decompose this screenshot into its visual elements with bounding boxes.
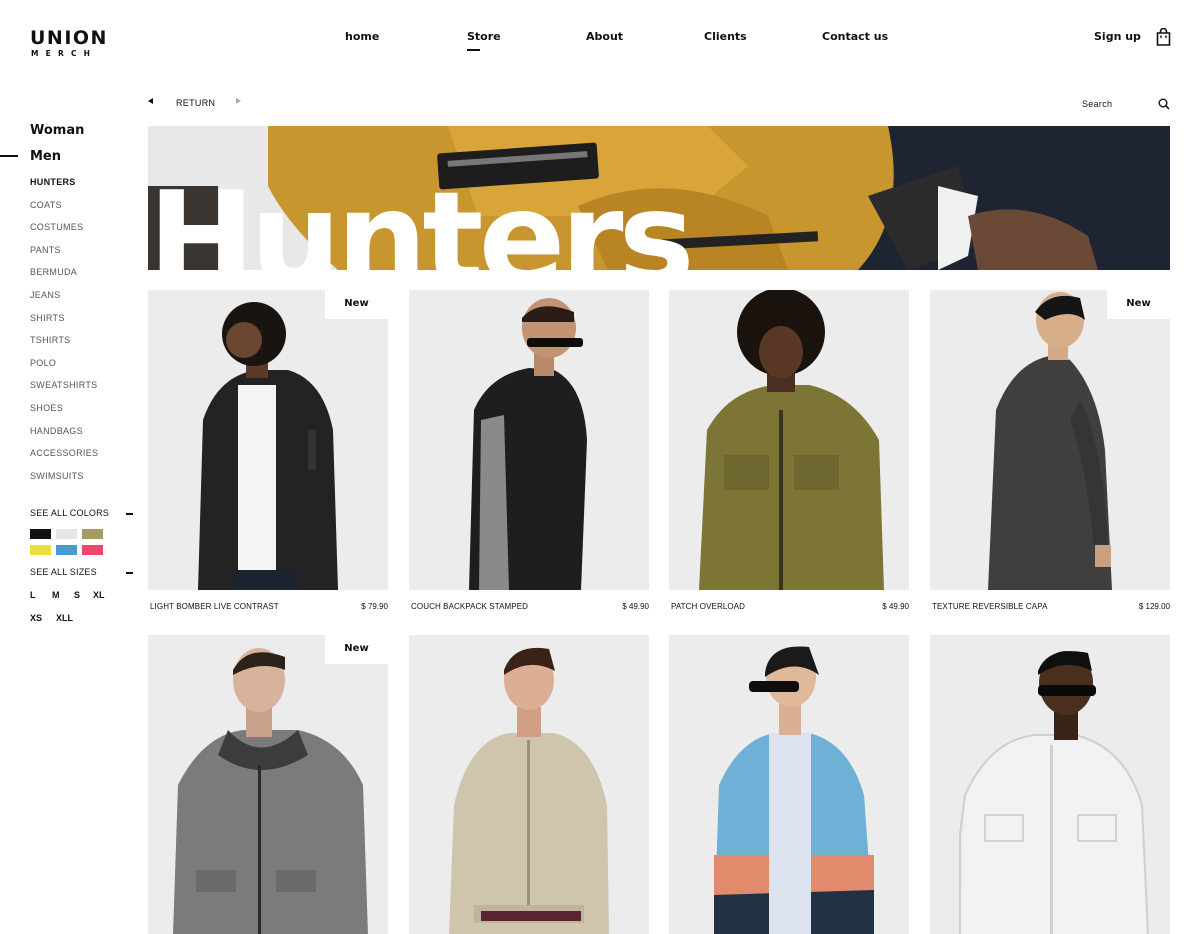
category-hero-banner: Hunters [148,126,1170,270]
collapse-icon[interactable] [126,513,133,515]
size-option-xl[interactable]: XL [93,590,105,600]
search-label[interactable]: Search [1082,99,1112,109]
new-badge: New [325,635,388,664]
category-men[interactable]: Men [30,149,61,164]
product-photo [699,290,884,590]
product-name[interactable]: LIGHT BOMBER LIVE CONTRAST [150,602,279,611]
forward-arrow-icon[interactable] [236,98,241,104]
product-image[interactable]: New [148,290,388,590]
product-price: $ 49.90 [882,602,909,611]
size-option-xll[interactable]: XLL [56,613,73,623]
product-photo [988,292,1112,590]
product-name[interactable]: TEXTURE REVERSIBLE CAPA [932,602,1048,611]
subcategory-sweatshirts[interactable]: SWEATSHIRTS [30,379,98,402]
product-card[interactable] [409,635,649,934]
nav-active-indicator [467,49,480,51]
colors-filter-label: SEE ALL COLORS [30,508,110,518]
size-options-row: L M S XL [30,590,105,600]
product-image[interactable]: New [148,635,388,934]
product-price: $ 79.90 [361,602,388,611]
product-photo [198,302,338,590]
product-card[interactable] [930,635,1170,934]
product-name[interactable]: PATCH OVERLOAD [671,602,745,611]
size-option-m[interactable]: M [52,590,74,600]
product-card[interactable]: COUCH BACKPACK STAMPED $ 49.90 [409,290,649,611]
product-card[interactable]: New LIGHT BOMBER LIVE CONTRAST $ 79.90 [148,290,388,611]
subcategory-polo[interactable]: POLO [30,357,98,380]
product-card[interactable] [669,635,909,934]
product-name[interactable]: COUCH BACKPACK STAMPED [411,602,528,611]
product-price: $ 49.90 [622,602,649,611]
product-image[interactable] [669,635,909,934]
color-swatch[interactable] [30,529,51,539]
back-arrow-icon[interactable] [148,98,153,104]
shopping-bag-icon[interactable] [1156,28,1171,46]
subcategory-shoes[interactable]: SHOES [30,402,98,425]
subcategory-shirts[interactable]: SHIRTS [30,312,98,335]
product-image[interactable]: New [930,290,1170,590]
product-card[interactable]: New TEXTURE REVERSIBLE CAPA $ 129.00 [930,290,1170,611]
color-swatches [30,529,110,555]
subcategory-swimsuits[interactable]: SWIMSUITS [30,470,98,493]
brand-logo[interactable]: UNION MERCH [30,28,110,58]
nav-about[interactable]: About [586,30,623,43]
product-photo [714,646,874,934]
subcategory-hunters[interactable]: HUNTERS [30,176,98,199]
nav-clients[interactable]: Clients [704,30,747,43]
size-option-s[interactable]: S [74,590,93,600]
product-photo [173,648,368,934]
subcategory-accessories[interactable]: ACCESSORIES [30,447,98,470]
product-image[interactable] [669,290,909,590]
new-badge: New [1107,290,1170,319]
nav-contact[interactable]: Contact us [822,30,888,43]
collapse-icon[interactable] [126,572,133,574]
return-link[interactable]: RETURN [176,98,215,108]
color-swatch[interactable] [56,545,77,555]
banner-title: Hunters [148,165,695,271]
color-swatch[interactable] [30,545,51,555]
nav-store[interactable]: Store [467,30,501,43]
size-option-xs[interactable]: XS [30,613,56,623]
signup-link[interactable]: Sign up [1094,30,1141,43]
brand-subname: MERCH [31,49,98,58]
subcategory-tshirts[interactable]: TSHIRTS [30,334,98,357]
sizes-filter-header[interactable]: SEE ALL SIZES [30,567,133,577]
product-image[interactable] [930,635,1170,934]
nav-home[interactable]: home [345,30,379,43]
new-badge: New [325,290,388,319]
brand-name: UNION [30,27,108,49]
product-photo [449,647,609,934]
category-woman[interactable]: Woman [30,123,84,138]
size-option-l[interactable]: L [30,590,52,600]
category-active-indicator [0,155,18,157]
color-swatch[interactable] [82,529,103,539]
subcategory-list: HUNTERS COATS COSTUMES PANTS BERMUDA JEA… [30,176,98,492]
subcategory-costumes[interactable]: COSTUMES [30,221,98,244]
sizes-filter-label: SEE ALL SIZES [30,567,97,577]
color-swatch[interactable] [82,545,103,555]
subcategory-pants[interactable]: PANTS [30,244,98,267]
product-image[interactable] [409,635,649,934]
product-photo [469,298,587,590]
product-card[interactable]: PATCH OVERLOAD $ 49.90 [669,290,909,611]
color-swatch[interactable] [56,529,77,539]
colors-filter-header[interactable]: SEE ALL COLORS [30,508,133,518]
subcategory-bermuda[interactable]: BERMUDA [30,266,98,289]
subcategory-coats[interactable]: COATS [30,199,98,222]
product-card[interactable]: New [148,635,388,934]
subcategory-jeans[interactable]: JEANS [30,289,98,312]
subcategory-handbags[interactable]: HANDBAGS [30,425,98,448]
product-image[interactable] [409,290,649,590]
size-options-row: XS XLL [30,613,73,623]
product-price: $ 129.00 [1138,602,1170,611]
product-photo [959,651,1149,934]
search-icon[interactable] [1158,98,1170,110]
